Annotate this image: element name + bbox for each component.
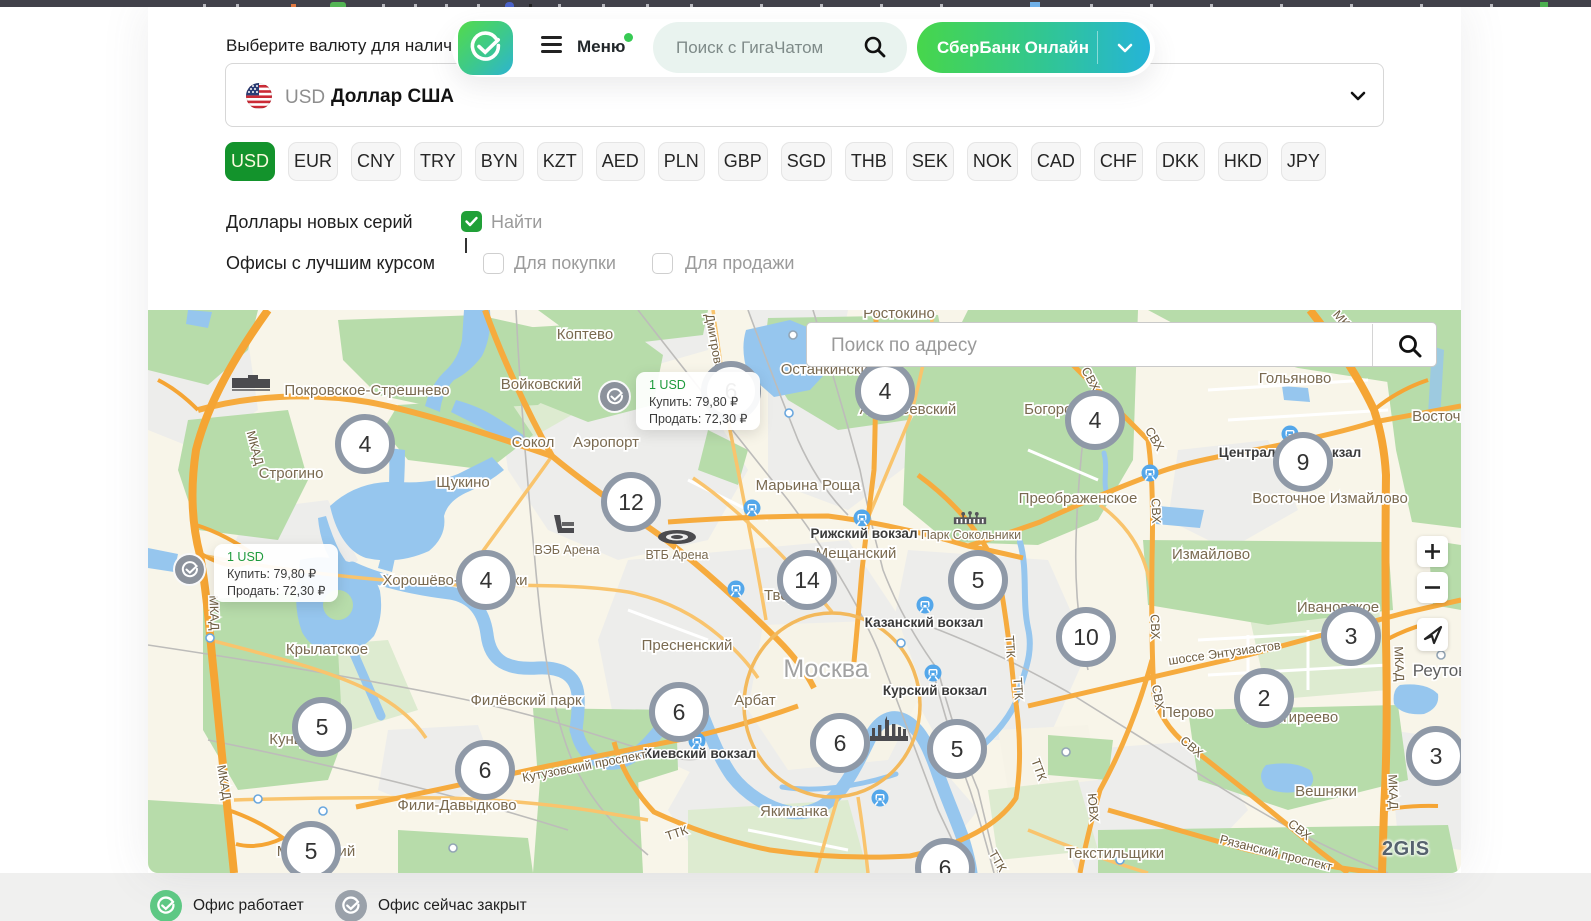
svg-text:Преображенское: Преображенское: [1019, 490, 1138, 507]
svg-text:Казанский вокзал: Казанский вокзал: [865, 615, 984, 630]
svg-text:Гольяново: Гольяново: [1259, 370, 1332, 387]
svg-text:Войковский: Войковский: [501, 376, 581, 393]
svg-text:Коптево: Коптево: [557, 326, 613, 343]
svg-text:Перово: Перово: [1162, 704, 1214, 721]
svg-text:ЮВХ: ЮВХ: [1085, 793, 1102, 824]
svg-text:Восточный: Восточный: [1412, 408, 1461, 425]
svg-text:Крылатское: Крылатское: [286, 641, 368, 658]
svg-text:Курский вокзал: Курский вокзал: [883, 683, 987, 698]
svg-text:Восточное Измайлово: Восточное Измайлово: [1252, 490, 1408, 507]
svg-text:МКАД: МКАД: [1385, 774, 1400, 810]
svg-text:Аэропорт: Аэропорт: [573, 434, 639, 451]
svg-text:Марьина Роща: Марьина Роща: [756, 477, 861, 494]
svg-text:Парк Сокольники: Парк Сокольники: [921, 528, 1021, 542]
svg-text:Вешняки: Вешняки: [1295, 783, 1357, 800]
svg-text:Рижский вокзал: Рижский вокзал: [810, 526, 917, 541]
svg-text:Сокол: Сокол: [512, 434, 555, 451]
svg-text:СВХ: СВХ: [1149, 498, 1164, 524]
svg-text:СВХ: СВХ: [1148, 614, 1163, 640]
svg-text:ТТК: ТТК: [1002, 635, 1018, 659]
svg-text:Киевский вокзал: Киевский вокзал: [644, 746, 756, 761]
svg-text:Текстильщики: Текстильщики: [1066, 845, 1164, 862]
svg-text:Ростокино: Ростокино: [863, 310, 935, 322]
svg-text:Пресненский: Пресненский: [642, 637, 733, 654]
svg-text:ВТБ Арена: ВТБ Арена: [646, 548, 709, 562]
svg-text:ТТК: ТТК: [1010, 677, 1026, 701]
svg-text:Покровское-Стрешнево: Покровское-Стрешнево: [284, 382, 449, 399]
svg-text:Строгино: Строгино: [259, 465, 324, 482]
svg-text:Реутов: Реутов: [1413, 661, 1461, 680]
svg-text:Измайлово: Измайлово: [1172, 546, 1250, 563]
svg-text:Арбат: Арбат: [734, 692, 776, 709]
svg-text:Москва: Москва: [783, 655, 868, 683]
svg-text:Фили-Давыдково: Фили-Давыдково: [397, 797, 516, 814]
svg-text:Якиманка: Якиманка: [760, 803, 829, 820]
svg-text:МКАД: МКАД: [1391, 646, 1406, 682]
svg-text:Филёвский парк: Филёвский парк: [470, 692, 581, 709]
svg-text:ВЭБ Арена: ВЭБ Арена: [534, 543, 599, 557]
svg-text:Щукино: Щукино: [436, 474, 489, 491]
